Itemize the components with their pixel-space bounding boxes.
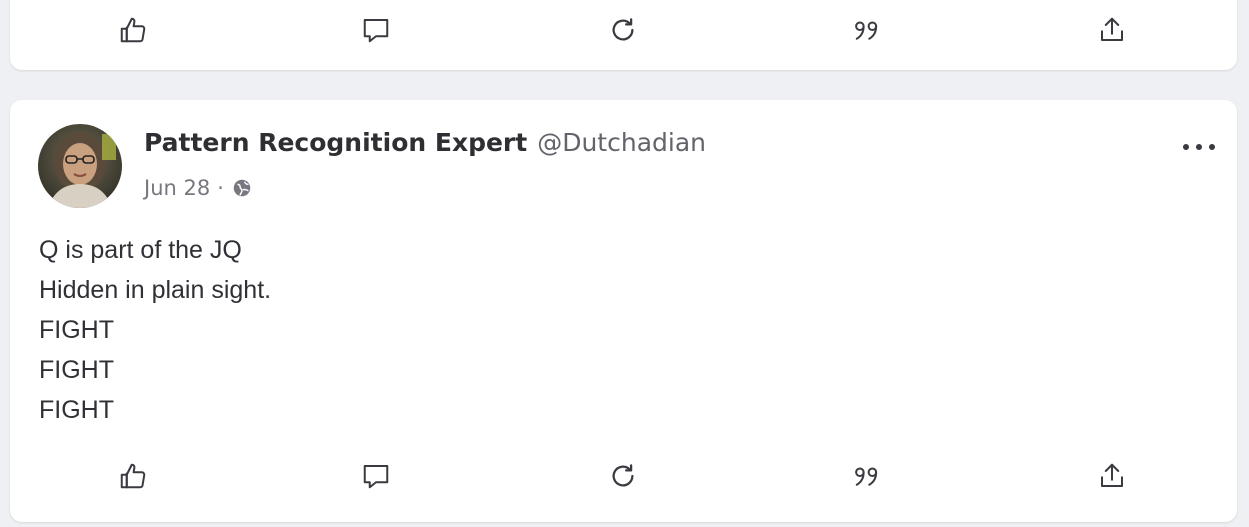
comment-bubble-icon bbox=[363, 465, 389, 489]
quote-button[interactable] bbox=[848, 10, 888, 50]
post-date[interactable]: Jun 28 bbox=[144, 176, 210, 200]
thumbs-up-icon bbox=[120, 17, 146, 43]
previous-post-card bbox=[10, 0, 1237, 70]
more-options-button[interactable] bbox=[1179, 132, 1219, 162]
post-author-line: Pattern Recognition Expert @Dutchadian bbox=[144, 128, 706, 157]
quote-button[interactable] bbox=[848, 456, 888, 496]
meta-separator: · bbox=[217, 176, 224, 200]
comment-bubble-icon bbox=[363, 19, 389, 43]
post-content-line: FIGHT bbox=[39, 356, 114, 384]
share-button[interactable] bbox=[1092, 456, 1132, 496]
post-card: Pattern Recognition Expert @Dutchadian Ju… bbox=[10, 100, 1237, 522]
thumbs-up-icon bbox=[120, 463, 146, 489]
share-button[interactable] bbox=[1092, 10, 1132, 50]
repost-arrow-icon bbox=[612, 464, 634, 487]
repost-button[interactable] bbox=[603, 456, 643, 496]
quote-marks-icon bbox=[855, 21, 878, 40]
repost-button[interactable] bbox=[603, 10, 643, 50]
post-meta: Jun 28 · bbox=[144, 176, 253, 200]
avatar[interactable] bbox=[38, 124, 122, 208]
post-action-bar bbox=[10, 456, 1237, 496]
comment-button[interactable] bbox=[356, 10, 396, 50]
more-options-icon bbox=[1183, 144, 1215, 150]
like-button[interactable] bbox=[113, 456, 153, 496]
post-action-bar bbox=[10, 10, 1237, 50]
author-handle[interactable]: @Dutchadian bbox=[537, 128, 706, 157]
repost-arrow-icon bbox=[612, 18, 634, 41]
like-button[interactable] bbox=[113, 10, 153, 50]
public-globe-icon[interactable] bbox=[231, 177, 253, 199]
post-content-line: Q is part of the JQ bbox=[39, 236, 242, 264]
user-avatar-photo bbox=[38, 124, 122, 208]
post-content-line: FIGHT bbox=[39, 396, 114, 424]
comment-button[interactable] bbox=[356, 456, 396, 496]
post-content-line: Hidden in plain sight. bbox=[39, 276, 272, 304]
share-upload-icon bbox=[1101, 17, 1123, 41]
post-content: Q is part of the JQ Hidden in plain sigh… bbox=[39, 230, 271, 430]
quote-marks-icon bbox=[855, 467, 878, 486]
share-upload-icon bbox=[1101, 463, 1123, 487]
author-display-name[interactable]: Pattern Recognition Expert bbox=[144, 128, 527, 157]
post-content-line: FIGHT bbox=[39, 316, 114, 344]
